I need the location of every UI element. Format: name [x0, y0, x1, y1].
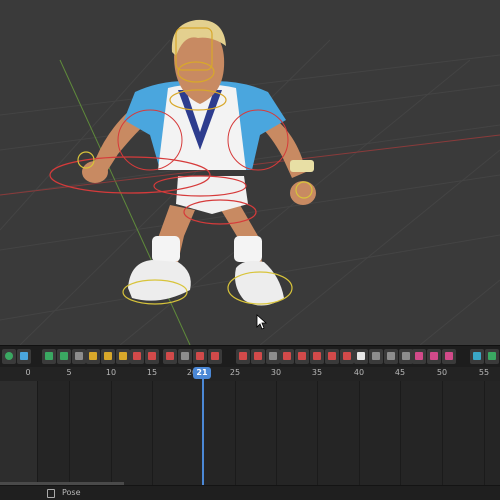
gridline [276, 381, 277, 485]
3d-viewport[interactable] [0, 0, 500, 345]
view-icon[interactable] [485, 349, 499, 364]
tick-label: 15 [146, 368, 158, 377]
graph-icon[interactable] [42, 349, 56, 364]
constraint-group [412, 349, 456, 365]
camera-icon[interactable] [470, 349, 484, 364]
snap-icon[interactable] [236, 349, 250, 364]
status-bar: Pose [0, 485, 500, 500]
gridline [111, 381, 112, 485]
mirror-icon[interactable] [251, 349, 265, 364]
tick-label: 30 [270, 368, 282, 377]
interp-icon[interactable] [163, 349, 177, 364]
paste-icon[interactable] [384, 349, 398, 364]
frame-ruler[interactable]: 0 5 10 15 20 25 30 35 40 45 50 55 [0, 367, 500, 381]
transform-icon[interactable] [280, 349, 294, 364]
gridline [400, 381, 401, 485]
constraint-icon[interactable] [412, 349, 426, 364]
loop-icon[interactable] [57, 349, 71, 364]
scale-icon[interactable] [310, 349, 324, 364]
mouse-cursor-icon [256, 314, 268, 330]
gridline [69, 381, 70, 485]
key-select-icon[interactable] [130, 349, 144, 364]
play-icon[interactable] [2, 349, 16, 364]
current-frame-badge[interactable]: 21 [193, 367, 211, 379]
pin-icon[interactable] [442, 349, 456, 364]
view-group [470, 349, 499, 365]
curve-icon[interactable] [116, 349, 130, 364]
interp-group [163, 349, 192, 365]
bone-icon[interactable] [86, 349, 100, 364]
gridline [235, 381, 236, 485]
tick-label: 0 [25, 368, 31, 377]
transform-group [280, 349, 354, 365]
ease-icon[interactable] [178, 349, 192, 364]
gridline [359, 381, 360, 485]
handle-icon[interactable] [193, 349, 207, 364]
tick-label: 45 [394, 368, 406, 377]
link-icon[interactable] [101, 349, 115, 364]
duplicate-icon[interactable] [399, 349, 413, 364]
gridline [484, 381, 485, 485]
tick-label: 55 [478, 368, 490, 377]
mouse-icon [47, 489, 55, 498]
status-mode-label: Pose [62, 488, 81, 497]
viewport-scene [0, 19, 500, 345]
graph-group [42, 349, 86, 365]
snap-group [236, 349, 280, 365]
reset-icon[interactable] [325, 349, 339, 364]
playhead[interactable] [202, 367, 204, 485]
close-icon[interactable] [72, 349, 86, 364]
playback-group [2, 349, 31, 365]
bone-group [86, 349, 130, 365]
timeline-toolbar [0, 345, 500, 367]
key-group [130, 349, 159, 365]
ik-icon[interactable] [427, 349, 441, 364]
channel-list[interactable] [0, 381, 38, 485]
tick-label: 25 [229, 368, 241, 377]
tick-label: 40 [353, 368, 365, 377]
copy-icon[interactable] [369, 349, 383, 364]
gridline [152, 381, 153, 485]
timeline-tracks[interactable] [0, 381, 500, 485]
key-curve-icon[interactable] [145, 349, 159, 364]
grid-icon[interactable] [266, 349, 280, 364]
keyframe-icon[interactable] [17, 349, 31, 364]
handle-group [193, 349, 222, 365]
tick-label: 35 [311, 368, 323, 377]
tick-label: 50 [436, 368, 448, 377]
marker-group [354, 349, 413, 365]
handle-align-icon[interactable] [208, 349, 222, 364]
tick-label: 10 [105, 368, 117, 377]
select-all-icon[interactable] [340, 349, 354, 364]
gridline [317, 381, 318, 485]
rotate-icon[interactable] [295, 349, 309, 364]
tick-label: 5 [66, 368, 72, 377]
marker-icon[interactable] [354, 349, 368, 364]
gridline [442, 381, 443, 485]
